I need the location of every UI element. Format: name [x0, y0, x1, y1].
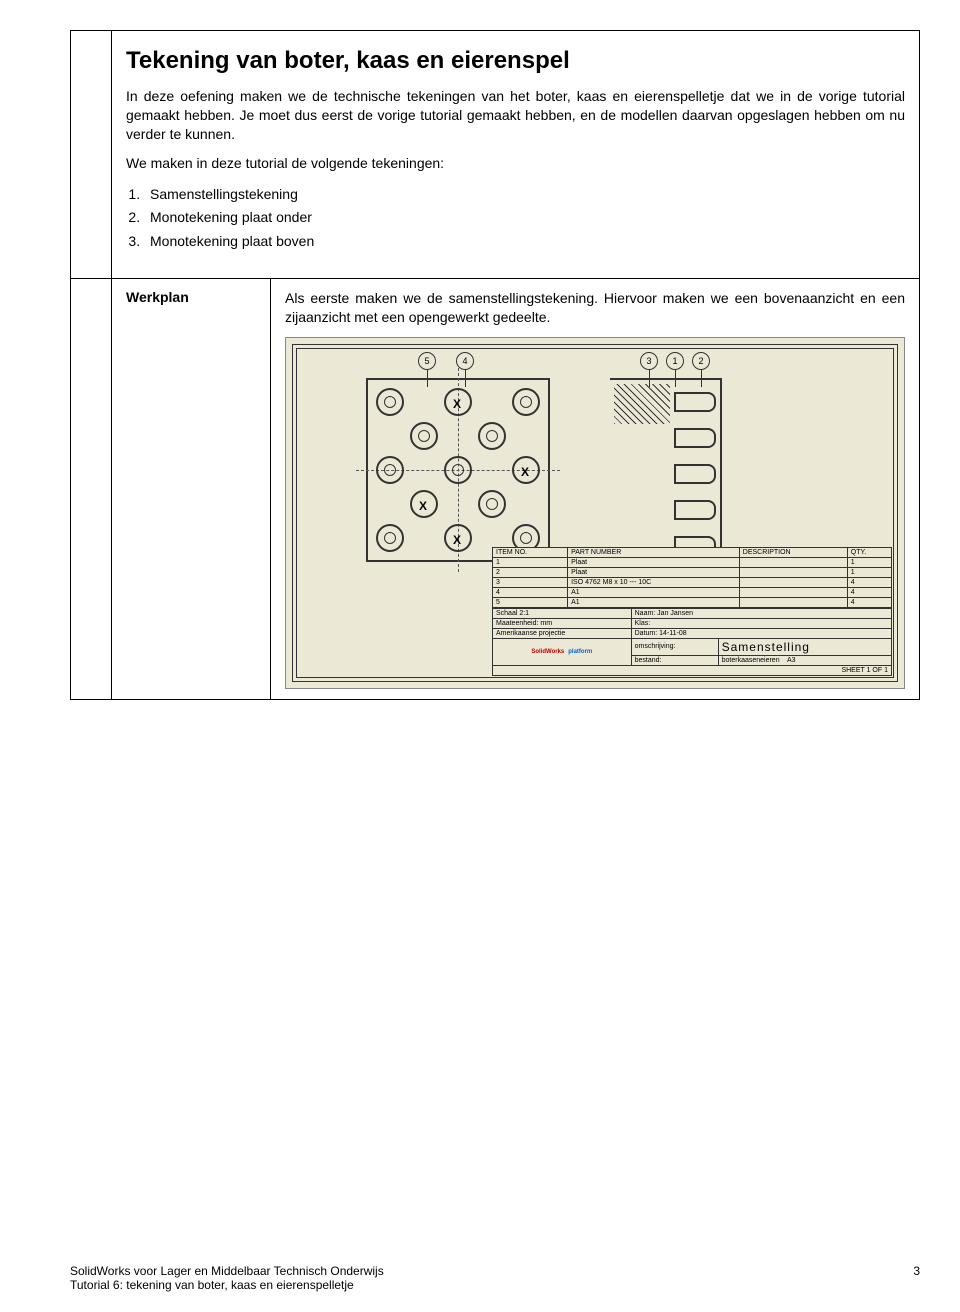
- titleblock-info: Schaal 2:1 Naam: Jan Jansen Maateenheid:…: [492, 608, 892, 676]
- document-body: Tekening van boter, kaas en eierenspel I…: [70, 30, 920, 700]
- werkplan-text: Als eerste maken we de samenstellingstek…: [285, 289, 905, 327]
- bom-h-desc: DESCRIPTION: [739, 547, 847, 557]
- balloon-3: 3: [640, 352, 658, 370]
- platform-logo-icon: platform: [568, 649, 592, 655]
- tb-schaal: Schaal 2:1: [493, 608, 632, 618]
- tb-maat: Maateenheid: mm: [493, 618, 632, 628]
- tb-bestand-label: bestand:: [631, 655, 718, 665]
- bom-h-itemno: ITEM NO.: [493, 547, 568, 557]
- footer-line-1: SolidWorks voor Lager en Middelbaar Tech…: [70, 1264, 384, 1278]
- werkplan-label: Werkplan: [112, 278, 271, 699]
- tb-bestand: boterkaaseneieren: [722, 657, 780, 664]
- side-view: 3 1 2: [610, 378, 722, 562]
- intro-cell: Tekening van boter, kaas en eierenspel I…: [112, 31, 920, 279]
- footer-line-2: Tutorial 6: tekening van boter, kaas en …: [70, 1278, 384, 1292]
- balloon-5: 5: [418, 352, 436, 370]
- page-number: 3: [913, 1264, 920, 1292]
- page-title: Tekening van boter, kaas en eierenspel: [126, 47, 905, 75]
- intro-para-2: We maken in deze tutorial de volgende te…: [126, 154, 905, 173]
- tb-proj: Amerikaanse projectie: [493, 628, 632, 638]
- balloon-1: 1: [666, 352, 684, 370]
- top-view: 5 4: [366, 378, 550, 562]
- tb-formaat: A3: [787, 657, 796, 664]
- step-1: Samenstellingstekening: [144, 183, 905, 207]
- page-footer: SolidWorks voor Lager en Middelbaar Tech…: [70, 1264, 920, 1292]
- tb-omschrijving: Samenstelling: [718, 638, 891, 655]
- tb-naam: Naam: Jan Jansen: [631, 608, 891, 618]
- bom-h-partno: PART NUMBER: [568, 547, 740, 557]
- balloon-2: 2: [692, 352, 710, 370]
- assembly-drawing: 5 4 3 1 2 ITEM NO.: [285, 337, 905, 689]
- bom-table: ITEM NO. PART NUMBER DESCRIPTION QTY. 1P…: [492, 547, 892, 608]
- margin-cell-2: [71, 278, 112, 699]
- intro-para-1: In deze oefening maken we de technische …: [126, 87, 905, 144]
- step-2: Monotekening plaat onder: [144, 206, 905, 230]
- tb-klas: Klas:: [631, 618, 891, 628]
- tb-logos: SolidWorks platform: [493, 638, 632, 665]
- steps-list: Samenstellingstekening Monotekening plaa…: [144, 183, 905, 254]
- solidworks-logo-icon: SolidWorks: [531, 649, 564, 655]
- title-block: ITEM NO. PART NUMBER DESCRIPTION QTY. 1P…: [492, 547, 892, 676]
- margin-cell: [71, 31, 112, 279]
- tb-omschrijving-label: omschrijving:: [631, 638, 718, 655]
- bom-h-qty: QTY.: [847, 547, 891, 557]
- werkplan-content: Als eerste maken we de samenstellingstek…: [271, 278, 920, 699]
- balloon-4: 4: [456, 352, 474, 370]
- tb-sheet: SHEET 1 OF 1: [493, 665, 892, 675]
- step-3: Monotekening plaat boven: [144, 230, 905, 254]
- tb-datum: Datum: 14-11-08: [631, 628, 891, 638]
